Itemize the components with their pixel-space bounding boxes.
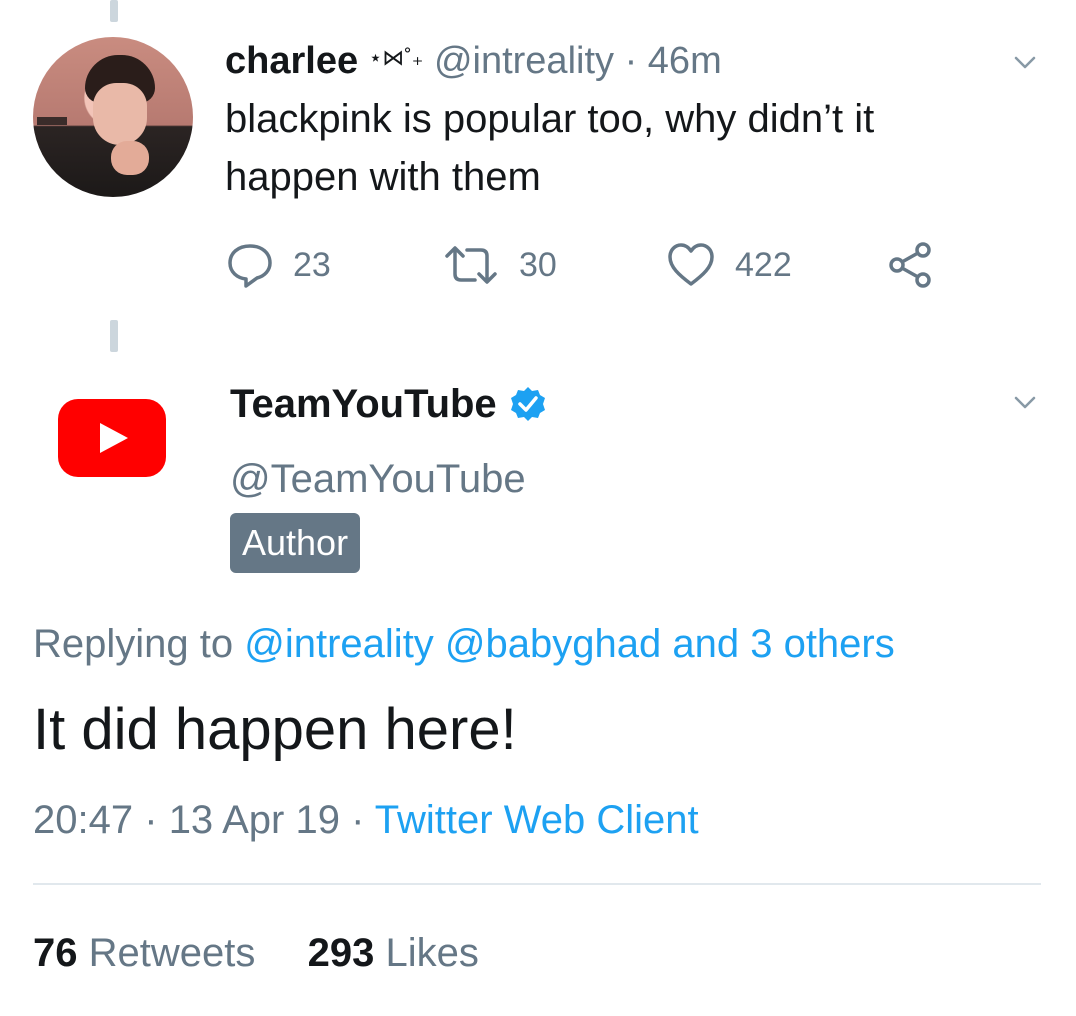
- share-icon[interactable]: [885, 240, 937, 290]
- like-count: 422: [735, 245, 792, 284]
- meta-separator-1: ·: [144, 798, 158, 842]
- retweet-count: 30: [519, 245, 557, 284]
- verified-badge-icon: [510, 387, 545, 421]
- retweet-icon: [445, 246, 497, 284]
- divider: [33, 883, 1041, 885]
- tweet1-handle[interactable]: @intreality: [434, 40, 614, 82]
- heart-icon: [668, 243, 714, 286]
- tweet2-stats: 76 Retweets 293 Likes: [33, 926, 479, 980]
- replying-users-link[interactable]: @intreality @babyghad and 3 others: [244, 622, 895, 666]
- replying-prefix: Replying to: [33, 622, 234, 666]
- retweets-count: 76: [33, 931, 78, 975]
- avatar-charlee[interactable]: [33, 37, 193, 197]
- tweet1-time[interactable]: 46m: [648, 40, 722, 82]
- meta-separator-2: ·: [351, 798, 365, 842]
- reply-count: 23: [293, 245, 331, 284]
- like-button[interactable]: 422: [665, 240, 792, 290]
- tweet1-header: charlee ⋆⋈˚₊ @intreality · 46m: [225, 36, 722, 83]
- tweet1-separator: ·: [624, 40, 638, 82]
- author-badge: Author: [230, 513, 361, 573]
- likes-stat[interactable]: 293 Likes: [308, 931, 479, 975]
- tweet2-time[interactable]: 20:47: [33, 798, 133, 842]
- retweet-button[interactable]: 30: [441, 240, 557, 290]
- tweet2-meta: 20:47 · 13 Apr 19 · Twitter Web Client: [33, 794, 699, 846]
- youtube-logo-icon[interactable]: [58, 399, 166, 477]
- tweet2-source-link[interactable]: Twitter Web Client: [375, 798, 699, 842]
- reply-button[interactable]: 23: [225, 240, 331, 290]
- tweet1-display-name[interactable]: charlee: [225, 40, 358, 82]
- tweet2-display-name[interactable]: TeamYouTube: [230, 380, 497, 428]
- likes-count: 293: [307, 931, 375, 975]
- tweet2-date[interactable]: 13 Apr 19: [169, 798, 340, 842]
- retweets-stat[interactable]: 76 Retweets: [33, 931, 267, 975]
- replying-to: Replying to @intreality @babyghad and 3 …: [33, 618, 895, 670]
- tweet2-text: It did happen here!: [33, 697, 517, 762]
- chevron-down-icon[interactable]: [1014, 52, 1036, 74]
- thread-line-middle: [110, 320, 118, 352]
- likes-label: Likes: [385, 931, 479, 975]
- reply-icon: [228, 244, 272, 288]
- tweet2-name-row: TeamYouTube: [230, 380, 547, 428]
- tweet1-name-decoration: ⋆⋈˚₊: [368, 45, 424, 70]
- retweets-label: Retweets: [88, 931, 256, 975]
- tweet1-text: blackpink is popular too, why didn’t it …: [225, 97, 875, 199]
- tweet2-handle[interactable]: @TeamYouTube: [230, 455, 526, 503]
- thread-line-top: [110, 0, 118, 22]
- chevron-down-icon[interactable]: [1014, 392, 1036, 414]
